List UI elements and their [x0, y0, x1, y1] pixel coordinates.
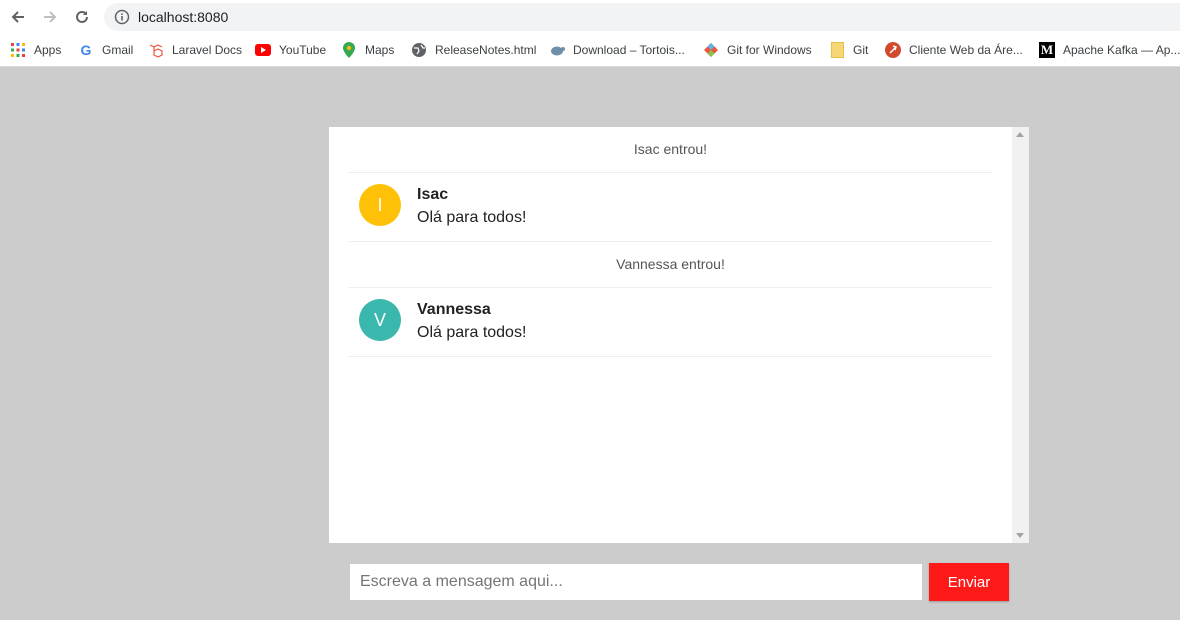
arrow-right-icon: [44, 11, 57, 23]
message-input[interactable]: [350, 564, 922, 600]
bookmark-label: Git for Windows: [727, 43, 812, 57]
maps-pin-icon: [341, 42, 357, 58]
forward-button[interactable]: [39, 6, 61, 28]
chat-panel[interactable]: Isac entrou! I Isac Olá para todos! Vann…: [329, 127, 1029, 543]
bookmark-apps[interactable]: Apps: [10, 40, 61, 60]
arrow-left-icon: [11, 11, 24, 23]
google-icon: G: [80, 42, 92, 58]
join-notice: Vannessa entrou!: [349, 242, 992, 288]
info-icon[interactable]: [114, 9, 130, 30]
message-list: Isac entrou! I Isac Olá para todos! Vann…: [349, 127, 992, 357]
bookmark-label: Maps: [365, 43, 395, 57]
bookmark-apache-kafka[interactable]: M Apache Kafka — Ap...: [1039, 40, 1180, 60]
bookmark-git-for-windows[interactable]: Git for Windows: [703, 40, 812, 60]
bookmark-label: Cliente Web da Áre...: [909, 43, 1023, 57]
bookmark-maps[interactable]: Maps: [341, 40, 394, 60]
chat-scrollbar[interactable]: [1012, 127, 1029, 543]
address-bar[interactable]: localhost:8080: [104, 3, 1180, 31]
chat-message: V Vannessa Olá para todos!: [349, 288, 992, 357]
avatar: V: [359, 299, 401, 341]
message-text: Olá para todos!: [417, 209, 527, 226]
url-text: localhost:8080: [138, 9, 229, 25]
bookmark-label: Apache Kafka — Ap...: [1063, 43, 1180, 57]
reload-button[interactable]: [71, 6, 93, 28]
bookmark-releasenotes[interactable]: ReleaseNotes.html: [411, 40, 536, 60]
youtube-icon: [255, 42, 271, 58]
browser-toolbar: localhost:8080: [0, 0, 1180, 33]
tortoise-icon: [549, 42, 565, 58]
bookmark-label: Git: [853, 43, 869, 57]
bookmark-label: Apps: [34, 43, 62, 57]
bookmark-label: Gmail: [102, 43, 134, 57]
globe-icon: [411, 42, 427, 58]
chat-message: I Isac Olá para todos!: [349, 173, 992, 242]
bookmark-label: ReleaseNotes.html: [435, 43, 537, 57]
bookmark-youtube[interactable]: YouTube: [255, 40, 326, 60]
back-button[interactable]: [7, 6, 29, 28]
scroll-up-arrow-icon[interactable]: [1016, 132, 1024, 137]
bookmark-gmail[interactable]: G Gmail: [78, 40, 134, 60]
folder-icon: [829, 42, 845, 58]
join-notice: Isac entrou!: [349, 127, 992, 173]
bookmark-label: YouTube: [279, 43, 327, 57]
bookmark-label: Laravel Docs: [172, 43, 243, 57]
send-button[interactable]: Enviar: [929, 563, 1009, 601]
bookmark-label: Download – Tortois...: [573, 43, 685, 57]
reload-icon: [76, 10, 88, 23]
bookmarks-bar: Apps G Gmail Laravel Docs YouTube Maps R…: [0, 33, 1180, 67]
apps-grid-icon: [10, 42, 26, 58]
bookmark-laravel-docs[interactable]: Laravel Docs: [148, 40, 242, 60]
bookmark-git[interactable]: Git: [829, 40, 868, 60]
message-author: Vannessa: [417, 301, 491, 318]
message-author: Isac: [417, 186, 449, 203]
avatar: I: [359, 184, 401, 226]
bookmark-cliente-web[interactable]: Cliente Web da Áre...: [885, 40, 1023, 60]
scroll-down-arrow-icon[interactable]: [1016, 533, 1024, 538]
message-text: Olá para todos!: [417, 324, 527, 341]
bookmark-tortoise-download[interactable]: Download – Tortois...: [549, 40, 685, 60]
laravel-icon: [148, 42, 164, 58]
git-diamond-icon: [703, 42, 719, 58]
red-circle-icon: [885, 42, 901, 58]
medium-m-icon: M: [1039, 42, 1055, 58]
